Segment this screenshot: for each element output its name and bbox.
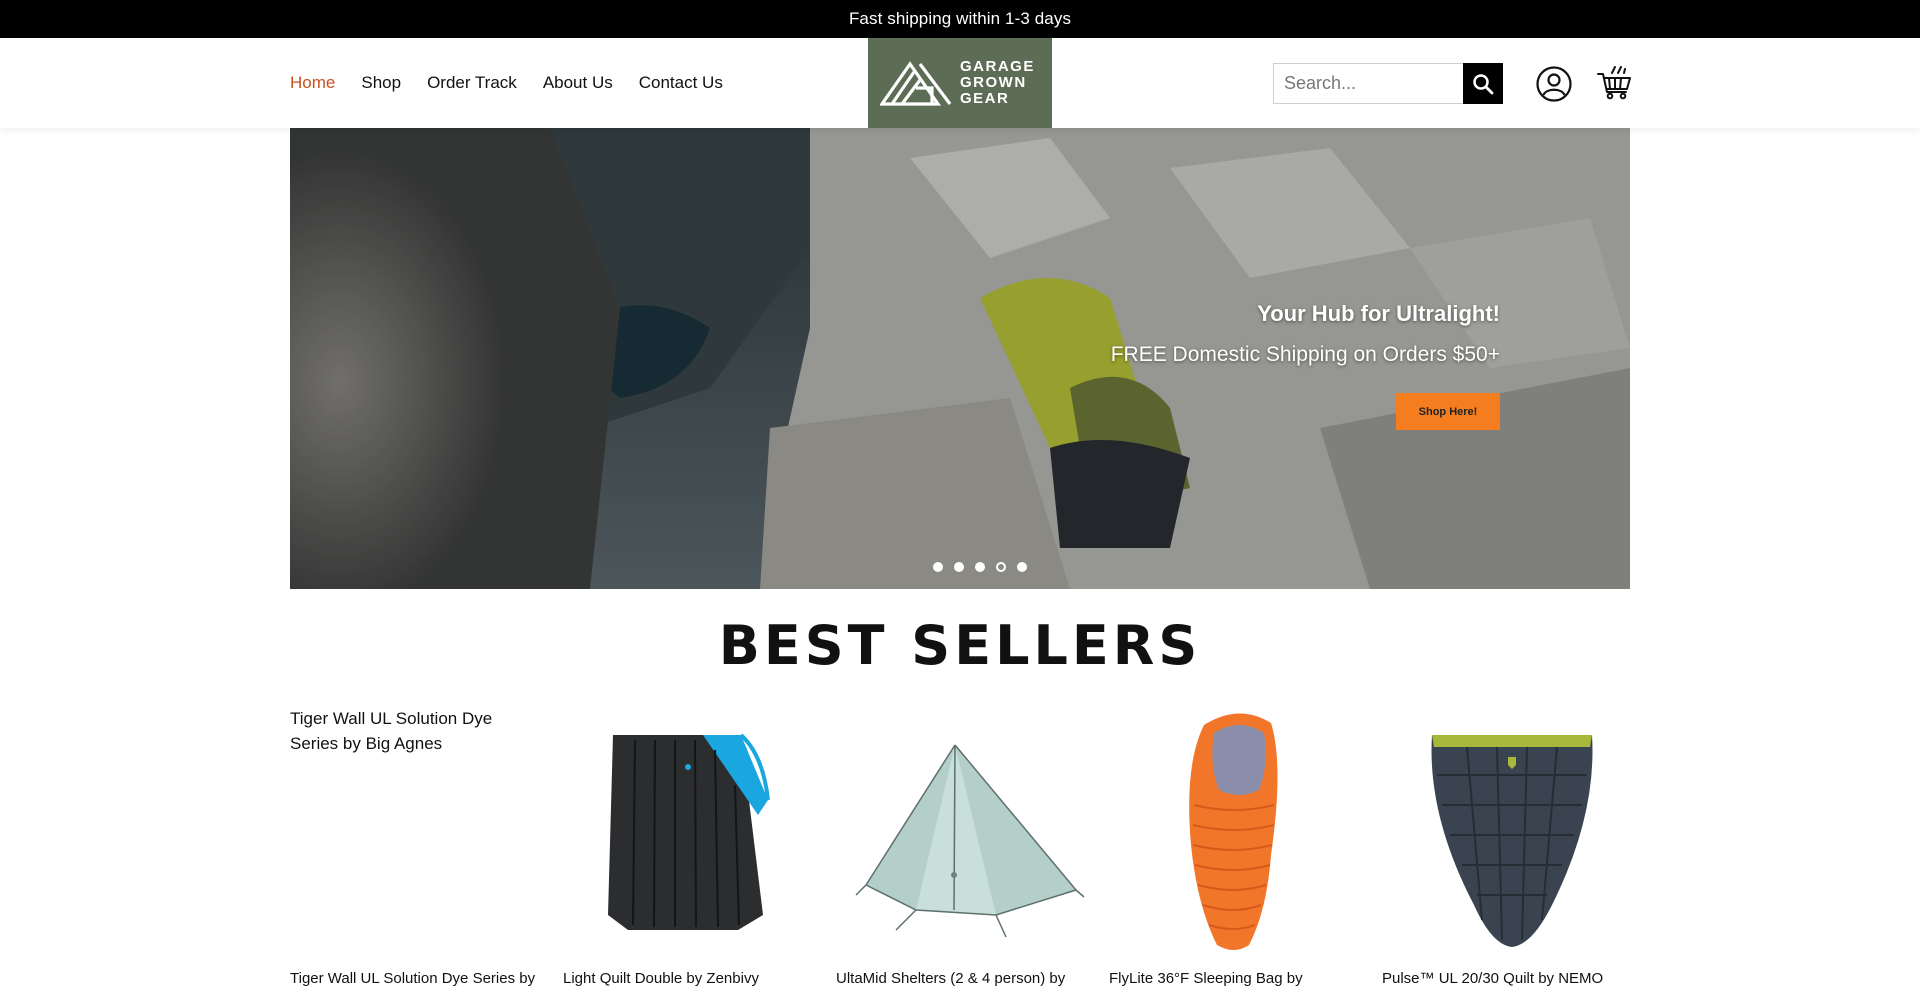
cart-icon[interactable] bbox=[1597, 64, 1631, 100]
search-icon bbox=[1473, 73, 1494, 94]
hero-title: Your Hub for Ultralight! bbox=[1257, 301, 1500, 326]
product-card[interactable]: Tiger Wall UL Solution Dye Series by Big… bbox=[290, 705, 541, 987]
logo-line-2: GROWN bbox=[960, 74, 1027, 91]
shop-here-button[interactable]: Shop Here! bbox=[1396, 393, 1500, 430]
hero-subtitle: FREE Domestic Shipping on Orders $50+ bbox=[1110, 343, 1500, 366]
slide-dot-3[interactable] bbox=[975, 562, 985, 572]
nav-home[interactable]: Home bbox=[290, 73, 335, 93]
down-quilt-icon bbox=[1431, 735, 1593, 947]
product-title[interactable]: Tiger Wall UL Solution Dye Series by bbox=[290, 970, 541, 987]
quilt-icon bbox=[608, 733, 770, 930]
nav-about-us[interactable]: About Us bbox=[543, 73, 613, 93]
slide-dot-4[interactable] bbox=[996, 562, 1006, 572]
search-input[interactable] bbox=[1273, 63, 1463, 104]
product-image[interactable] bbox=[836, 705, 1087, 955]
product-title[interactable]: FlyLite 36°F Sleeping Bag by bbox=[1109, 970, 1360, 987]
product-image[interactable] bbox=[1382, 705, 1633, 955]
product-title[interactable]: UltaMid Shelters (2 & 4 person) by bbox=[836, 970, 1087, 987]
tent-icon bbox=[855, 744, 1085, 938]
logo-line-3: GEAR bbox=[960, 90, 1010, 107]
site-header: Home Shop Order Track About Us Contact U… bbox=[0, 38, 1920, 128]
nav-contact-us[interactable]: Contact Us bbox=[639, 73, 723, 93]
mountain-logo-icon bbox=[880, 61, 952, 106]
product-card[interactable]: UltaMid Shelters (2 & 4 person) by bbox=[836, 705, 1087, 987]
slide-dot-5[interactable] bbox=[1017, 562, 1027, 572]
slider-dots bbox=[933, 562, 1027, 572]
sleeping-bag-icon bbox=[1189, 713, 1278, 950]
product-grid: Tiger Wall UL Solution Dye Series by Big… bbox=[290, 705, 1630, 987]
hero-banner: Your Hub for Ultralight! FREE Domestic S… bbox=[290, 128, 1630, 589]
nav-order-track[interactable]: Order Track bbox=[427, 73, 517, 93]
announcement-bar: Fast shipping within 1-3 days bbox=[0, 0, 1920, 38]
slide-dot-2[interactable] bbox=[954, 562, 964, 572]
product-card[interactable]: Light Quilt Double by Zenbivy bbox=[563, 705, 814, 987]
image-alt-text: Tiger Wall UL Solution Dye Series by Big… bbox=[290, 709, 493, 753]
product-card[interactable]: Pulse™ UL 20/30 Quilt by NEMO bbox=[1382, 705, 1633, 987]
product-image[interactable] bbox=[1109, 705, 1360, 955]
search-form bbox=[1273, 63, 1503, 104]
account-icon[interactable] bbox=[1536, 66, 1572, 102]
product-card[interactable]: FlyLite 36°F Sleeping Bag by bbox=[1109, 705, 1360, 987]
site-logo[interactable]: GARAGE GROWN GEAR bbox=[868, 38, 1052, 128]
search-button[interactable] bbox=[1463, 63, 1503, 104]
product-title[interactable]: Light Quilt Double by Zenbivy bbox=[563, 970, 814, 987]
nav-shop[interactable]: Shop bbox=[361, 73, 401, 93]
product-image-broken[interactable]: Tiger Wall UL Solution Dye Series by Big… bbox=[290, 705, 541, 955]
logo-line-1: GARAGE bbox=[960, 58, 1035, 75]
main-nav: Home Shop Order Track About Us Contact U… bbox=[290, 38, 723, 128]
logo-wordmark: GARAGE GROWN GEAR bbox=[960, 59, 1035, 107]
best-sellers-title: BEST SELLERS bbox=[718, 614, 1202, 677]
announcement-text: Fast shipping within 1-3 days bbox=[848, 9, 1072, 28]
slide-dot-1[interactable] bbox=[933, 562, 943, 572]
product-image[interactable] bbox=[563, 705, 814, 955]
product-title[interactable]: Pulse™ UL 20/30 Quilt by NEMO bbox=[1382, 970, 1633, 987]
